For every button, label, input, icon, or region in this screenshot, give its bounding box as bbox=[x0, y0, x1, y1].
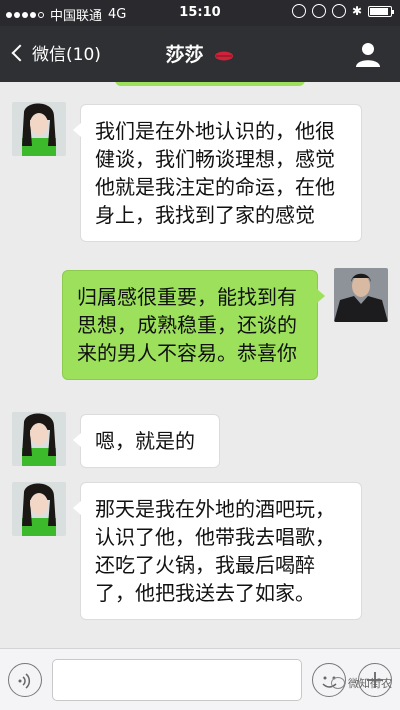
status-bar: 中国联通 4G 15:10 ✱ bbox=[0, 0, 400, 26]
rotation-lock-icon bbox=[291, 4, 306, 18]
bluetooth-icon: ✱ bbox=[351, 4, 362, 18]
chat-title: 莎莎 bbox=[0, 40, 400, 67]
message-text: 我们是在外地认识的，他很健谈，我们畅谈理想，感觉他就是我注定的命运，在他身上，我… bbox=[95, 119, 335, 227]
lips-icon bbox=[215, 51, 234, 60]
message-bubble-incoming[interactable]: 我们是在外地认识的，他很健谈，我们畅谈理想，感觉他就是我注定的命运，在他身上，我… bbox=[73, 104, 362, 242]
input-bar: 微知街农 bbox=[0, 648, 400, 710]
contact-avatar[interactable] bbox=[12, 412, 66, 466]
contact-avatar[interactable] bbox=[12, 482, 66, 536]
message-bubble-incoming[interactable]: 那天是我在外地的酒吧玩，认识了他，他带我去唱歌，还吃了火锅，我最后喝醉了，他把我… bbox=[73, 482, 362, 620]
voice-icon[interactable] bbox=[8, 663, 42, 697]
message-text: 嗯，就是的 bbox=[95, 429, 195, 453]
message-text: 那天是我在外地的酒吧玩，认识了他，他带我去唱歌，还吃了火锅，我最后喝醉了，他把我… bbox=[95, 497, 335, 605]
status-right: ✱ bbox=[291, 4, 394, 18]
self-avatar[interactable] bbox=[334, 268, 388, 322]
partial-previous-bubble bbox=[115, 82, 305, 86]
message-input[interactable] bbox=[52, 659, 302, 701]
battery-icon bbox=[368, 5, 394, 17]
person-icon[interactable] bbox=[354, 40, 382, 68]
alarm-icon bbox=[331, 4, 346, 18]
message-bubble-outgoing[interactable]: 归属感很重要，能找到有思想，成熟稳重，还谈的来的男人不容易。恭喜你 bbox=[62, 270, 325, 380]
nav-bar: 微信(10) 莎莎 bbox=[0, 26, 400, 82]
message-text: 归属感很重要，能找到有思想，成熟稳重，还谈的来的男人不容易。恭喜你 bbox=[77, 285, 297, 365]
location-icon bbox=[311, 4, 326, 18]
contact-avatar[interactable] bbox=[12, 102, 66, 156]
watermark: 微知街农 bbox=[331, 675, 392, 691]
message-bubble-incoming[interactable]: 嗯，就是的 bbox=[73, 414, 220, 468]
wechat-logo-icon bbox=[331, 677, 345, 689]
chat-area[interactable]: 我们是在外地认识的，他很健谈，我们畅谈理想，感觉他就是我注定的命运，在他身上，我… bbox=[0, 82, 400, 648]
contact-name: 莎莎 bbox=[165, 44, 204, 66]
watermark-text: 微知街农 bbox=[348, 677, 392, 690]
